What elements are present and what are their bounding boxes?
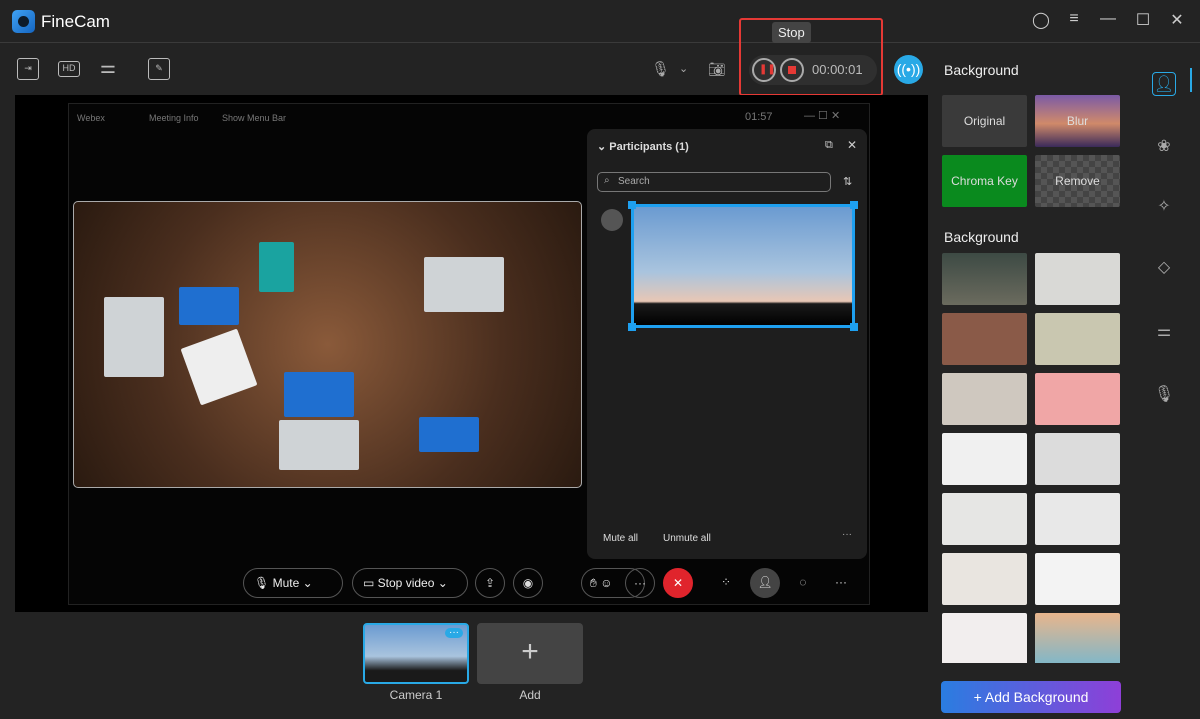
participant-avatar [601,209,623,231]
background-gallery-title: Background [944,229,1019,245]
add-background-button[interactable]: + Add Background [941,681,1121,713]
more-icon[interactable]: ··· [445,628,463,638]
adjust-tab-icon[interactable]: ⚌ [1152,320,1176,344]
mute-button[interactable]: 🎙︎ Mute ⌄ [243,568,343,598]
background-thumbnail[interactable] [1035,313,1120,365]
close-panel-icon[interactable]: ✕ [847,138,857,152]
active-tab-indicator [1190,68,1192,92]
more-icon[interactable]: ··· [826,568,856,598]
background-thumbnail[interactable] [1035,373,1120,425]
unmute-all-button[interactable]: Unmute all [663,533,711,544]
more-options-icon[interactable]: ··· [625,568,655,598]
selected-video-overlay[interactable] [628,201,858,331]
emoji-icon: ☺ [600,576,613,590]
preset-chroma-key[interactable]: Chroma Key [942,155,1027,207]
record-icon[interactable]: ◉ [513,568,543,598]
account-icon[interactable]: ◯ [1030,10,1052,30]
background-thumbnail[interactable] [942,373,1027,425]
collapse-chevron-icon[interactable]: ⌄ [597,141,609,153]
resize-handle[interactable] [850,323,858,331]
stop-tooltip: Stop [772,22,811,43]
preset-blur[interactable]: Blur [1035,95,1120,147]
adjust-sliders-icon[interactable]: ⚌ [97,58,119,80]
meeting-info[interactable]: Meeting Info [149,113,199,123]
maximize-icon[interactable]: ☐ [1132,10,1154,30]
camera-1-thumbnail[interactable]: ··· [363,623,469,684]
snapshot-camera-icon[interactable]: 📷︎ [708,61,726,78]
meeting-video [73,201,582,488]
background-thumbnail[interactable] [1035,613,1120,663]
webex-window: Webex Meeting Info Show Menu Bar 01:57 —… [68,103,870,605]
microphone-icon[interactable]: 🎙︎ [651,60,670,78]
chevron-down-icon[interactable]: ⌄ [679,62,688,75]
resize-handle[interactable] [628,323,636,331]
microphone-icon: 🎙︎ [254,576,273,590]
preset-original[interactable]: Original [942,95,1027,147]
menu-icon[interactable]: ≡ [1063,10,1085,28]
minimize-icon[interactable]: — [1097,10,1119,28]
show-menu-bar[interactable]: Show Menu Bar [222,113,286,123]
participants-title: ⌄ Participants (1) [597,141,689,153]
annotate-icon[interactable]: ✎ [148,58,170,80]
finecam-logo-icon [12,10,35,33]
participants-panel: ⌄ Participants (1) ⧉ ✕ ⌕ Search ⇅ Mute al… [587,129,867,559]
live-broadcast-icon[interactable]: ((•)) [894,55,923,84]
share-icon[interactable]: ⇪ [475,568,505,598]
sort-icon[interactable]: ⇅ [843,175,852,188]
more-icon[interactable]: ··· [842,529,852,540]
stop-button[interactable] [780,58,804,82]
hd-icon[interactable]: HD [58,61,80,77]
background-thumbnail[interactable] [942,433,1027,485]
pause-button[interactable]: ❚❚ [752,58,776,82]
preset-remove[interactable]: Remove [1035,155,1120,207]
background-section-title: Background [944,62,1019,78]
audio-tab-icon[interactable]: 🎙︎ [1152,383,1176,407]
background-thumbnail[interactable] [942,493,1027,545]
raise-hand-icon: ✋︎ [590,576,597,590]
video-icon: ▭ [363,576,378,590]
add-camera-button[interactable]: + [477,623,583,684]
search-icon: ⌕ [604,175,610,186]
chat-icon[interactable]: ◌ [788,568,818,598]
add-camera-label: Add [519,688,541,702]
popout-icon[interactable]: ⧉ [825,139,833,152]
leave-meeting-icon[interactable]: ✕ [663,568,693,598]
background-thumbnail[interactable] [1035,553,1120,605]
apps-icon[interactable]: ⁘ [711,568,741,598]
background-thumbnail[interactable] [942,253,1027,305]
stop-video-button[interactable]: ▭ Stop video ⌄ [352,568,468,598]
background-thumbnail[interactable] [1035,433,1120,485]
background-thumbnail[interactable] [942,313,1027,365]
window-controls-icon[interactable]: — ☐ ✕ [804,109,840,122]
background-tab-icon[interactable]: 👤︎ [1152,72,1176,96]
close-icon[interactable]: ✕ [1166,10,1188,30]
webex-brand: Webex [77,113,105,123]
camera-1-label: Camera 1 [389,688,443,702]
filters-tab-icon[interactable]: ❀ [1152,135,1176,159]
meeting-clock: 01:57 [745,111,773,123]
stickers-tab-icon[interactable]: ◇ [1152,256,1176,280]
exit-icon[interactable]: ⇥ [17,58,39,80]
resize-handle[interactable] [628,201,636,209]
background-thumbnail[interactable] [1035,253,1120,305]
app-title: FineCam [41,12,110,31]
background-thumbnail[interactable] [1035,493,1120,545]
participants-search[interactable]: ⌕ Search [597,172,831,192]
background-gallery [942,253,1122,663]
background-thumbnail[interactable] [942,553,1027,605]
mute-all-button[interactable]: Mute all [603,533,638,544]
title-bar: FineCam ◯ ≡ — ☐ ✕ [0,0,1200,43]
participants-icon[interactable]: 👤︎ [750,568,780,598]
resize-handle[interactable] [850,201,858,209]
background-thumbnail[interactable] [942,613,1027,663]
effects-wand-icon[interactable]: ✧ [1152,195,1176,219]
recording-timer: 00:00:01 [812,62,863,77]
